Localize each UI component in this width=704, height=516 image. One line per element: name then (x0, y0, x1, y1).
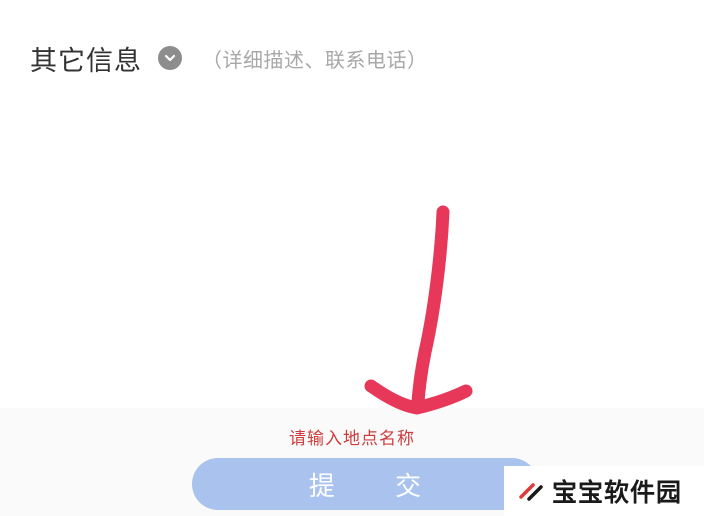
double-slash-logo-icon (519, 483, 543, 501)
watermark-text: 宝宝软件园 (552, 478, 683, 507)
submit-button[interactable]: 提 交 (192, 458, 538, 510)
watermark: 宝宝软件园 (504, 466, 704, 516)
validation-message: 请输入地点名称 (289, 429, 415, 449)
other-info-header[interactable]: 其它信息 （详细描述、联系电话） (30, 38, 428, 78)
section-hint: （详细描述、联系电话） (202, 47, 428, 72)
chevron-down-icon[interactable] (158, 46, 182, 70)
section-title: 其它信息 (30, 45, 142, 77)
